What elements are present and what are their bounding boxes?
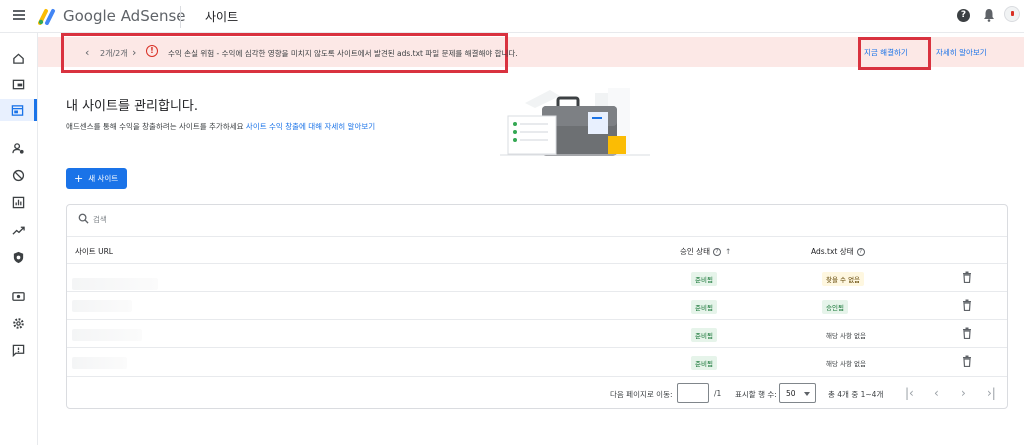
search-input[interactable] (93, 212, 393, 226)
sites-icon (11, 104, 23, 116)
row-divider (67, 236, 1007, 237)
sidebar-item-blocking[interactable] (0, 164, 37, 186)
sidebar-item-feedback[interactable] (0, 339, 37, 361)
header-divider (180, 6, 181, 28)
next-page-icon[interactable]: › (961, 386, 966, 400)
row-divider (67, 347, 1007, 348)
rows-per-page-label: 표시할 행 수: (735, 390, 777, 399)
goto-page-input[interactable] (677, 383, 709, 403)
last-page-icon[interactable]: ›| (987, 386, 996, 400)
goto-page-suffix: /1 (714, 389, 722, 398)
person-settings-icon (12, 142, 24, 154)
payments-icon (12, 291, 25, 301)
brand-name: Google AdSense (63, 7, 186, 25)
help-circle-icon[interactable]: ? (712, 248, 721, 256)
help-icon[interactable]: ? (957, 9, 970, 22)
ads-txt-status-badge: 승인됨 (822, 300, 848, 314)
learn-monetization-link[interactable]: 사이트 수익 창출에 대해 자세히 알아보기 (246, 122, 375, 131)
approval-status-badge: 준비됨 (691, 356, 717, 370)
adsense-logo-icon (38, 9, 55, 25)
ads-txt-status-badge: 해당 사항 없음 (826, 360, 867, 368)
fix-now-button[interactable]: 지금 해결하기 (864, 47, 908, 58)
approval-status-badge: 준비됨 (691, 272, 717, 286)
sidebar-item-home[interactable] (0, 47, 37, 69)
rows-per-page-select[interactable]: 50 (779, 383, 816, 403)
feedback-icon (12, 344, 25, 357)
first-page-icon[interactable]: |‹ (905, 386, 914, 400)
sidebar-item-sites[interactable] (0, 99, 37, 121)
column-header-url[interactable]: 사이트 URL (75, 246, 113, 257)
block-icon (12, 169, 25, 181)
sidebar-item-privacy[interactable] (0, 137, 37, 159)
chevron-left-icon[interactable]: ‹ (85, 46, 89, 59)
trash-icon[interactable] (962, 355, 972, 367)
warning-icon: ! (146, 45, 158, 57)
column-header-ads-txt[interactable]: Ads.txt 상태? (811, 246, 865, 257)
sidebar-item-settings[interactable] (0, 312, 37, 334)
sites-table (66, 204, 1008, 409)
row-divider (67, 263, 1007, 264)
shield-icon (13, 251, 24, 263)
page-heading: 내 사이트를 관리합니다. (66, 99, 198, 114)
sidebar-item-reports[interactable] (0, 191, 37, 213)
home-icon (13, 52, 24, 64)
plus-icon: + (74, 172, 84, 185)
ads-txt-status-badge: 찾을 수 없음 (822, 272, 865, 286)
account-avatar[interactable] (1004, 6, 1020, 22)
prev-page-icon[interactable]: ‹ (934, 386, 939, 400)
row-divider (67, 376, 1007, 377)
pagination-range: 총 4개 중 1~4개 (828, 390, 884, 399)
trending-up-icon (12, 226, 25, 235)
sidebar (0, 33, 38, 445)
approval-status-badge: 준비됨 (691, 328, 717, 342)
trash-icon[interactable] (962, 327, 972, 339)
search-icon (78, 213, 89, 224)
chevron-right-icon[interactable]: › (132, 46, 136, 59)
dropdown-caret-icon (804, 392, 810, 396)
help-circle-icon[interactable]: ? (856, 248, 865, 256)
row-divider (67, 291, 1007, 292)
column-header-approval[interactable]: 승인 상태? ↑ (680, 246, 731, 257)
sidebar-item-ads[interactable] (0, 73, 37, 95)
sidebar-item-payments[interactable] (0, 285, 37, 307)
notification-bell-icon[interactable] (983, 8, 995, 22)
learn-more-link[interactable]: 자세히 알아보기 (936, 47, 987, 58)
trash-icon[interactable] (962, 271, 972, 283)
page-title: 사이트 (205, 10, 239, 24)
row-divider (67, 319, 1007, 320)
page-subtext: 애드센스를 통해 수익을 창출하려는 사이트를 추가하세요 사이트 수익 창출에… (66, 122, 376, 131)
sidebar-item-brand-safety[interactable] (0, 246, 37, 268)
menu-icon[interactable] (13, 10, 25, 20)
banner-count: 2개/2개 (100, 49, 128, 58)
ads-icon (12, 79, 25, 89)
approval-status-badge: 준비됨 (691, 300, 717, 314)
site-url[interactable] (72, 329, 142, 341)
sidebar-item-optimization[interactable] (0, 219, 37, 241)
site-url[interactable] (72, 300, 132, 312)
sites-illustration (500, 88, 650, 156)
ads-txt-status-badge: 해당 사항 없음 (826, 332, 867, 340)
trash-icon[interactable] (962, 299, 972, 311)
sort-arrow-icon[interactable]: ↑ (725, 247, 731, 256)
goto-page-label: 다음 페이지로 이동: (610, 390, 673, 399)
report-chart-icon (12, 196, 25, 208)
new-site-button[interactable]: + 새 사이트 (66, 168, 127, 189)
site-url[interactable] (72, 278, 158, 290)
gear-icon (13, 317, 24, 329)
site-url[interactable] (72, 357, 127, 369)
banner-message: 수익 손실 위험 - 수익에 심각한 영향을 미치지 않도록 사이트에서 발견된… (168, 49, 518, 58)
